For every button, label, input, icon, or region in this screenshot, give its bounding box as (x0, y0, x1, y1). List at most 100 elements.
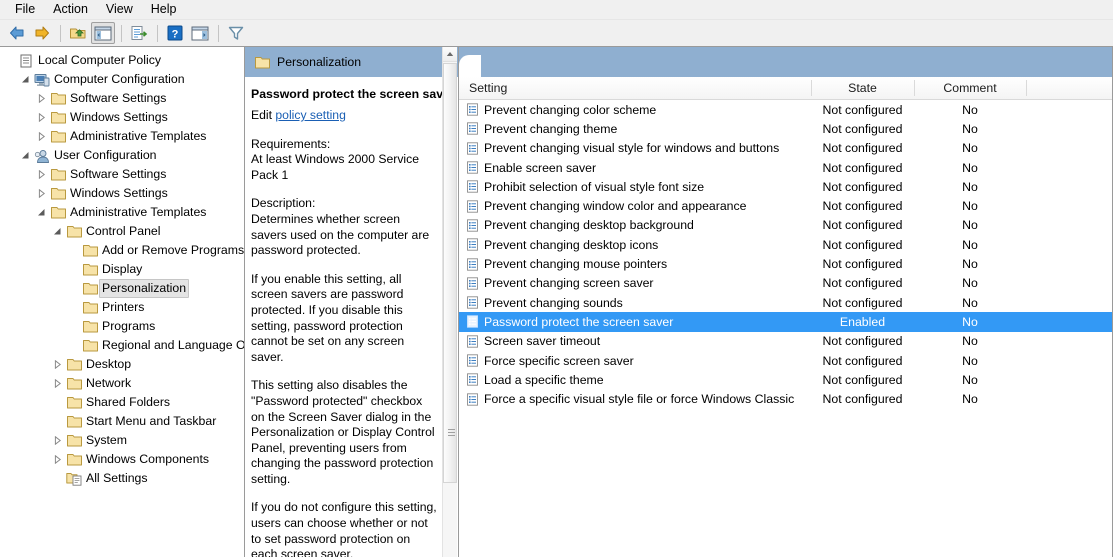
help-button[interactable]: ? (163, 22, 187, 44)
table-row[interactable]: Prevent changing screen saverNot configu… (459, 274, 1113, 293)
table-row[interactable]: Prevent changing desktop iconsNot config… (459, 235, 1113, 254)
tree-item-local-computer-policy[interactable]: Local Computer Policy (0, 51, 244, 70)
cell-setting: Prevent changing visual style for window… (459, 141, 811, 155)
description-paragraph-3: This setting also disables the "Password… (251, 378, 438, 487)
back-button[interactable] (5, 22, 29, 44)
cell-setting-label: Prevent changing sounds (484, 296, 623, 310)
table-row[interactable]: Force specific screen saverNot configure… (459, 351, 1113, 370)
policy-description-body: Edit policy setting Requirements: At lea… (245, 102, 458, 557)
folder-icon (81, 301, 99, 314)
policy-setting-link[interactable]: policy setting (275, 108, 345, 122)
tree-item-user-configuration[interactable]: User Configuration (0, 146, 244, 165)
column-header-state[interactable]: State (811, 81, 914, 95)
toolbar: ? (0, 20, 1113, 47)
tree-item-control-panel[interactable]: Control Panel (0, 222, 244, 241)
tree-item-network[interactable]: Network (0, 374, 244, 393)
tree-item-system[interactable]: System (0, 431, 244, 450)
expander-placeholder (50, 412, 65, 431)
console-tree-pane[interactable]: Local Computer PolicyComputer Configurat… (0, 47, 245, 557)
expander-collapsed-icon[interactable] (50, 450, 65, 469)
expander-placeholder (50, 469, 65, 488)
expander-collapsed-icon[interactable] (34, 127, 49, 146)
expander-collapsed-icon[interactable] (34, 165, 49, 184)
show-hide-console-tree-button[interactable] (91, 22, 115, 44)
forward-arrow-icon (33, 25, 51, 41)
cell-state: Not configured (811, 334, 914, 348)
tree-item-desktop[interactable]: Desktop (0, 355, 244, 374)
tree-item-software-settings[interactable]: Software Settings (0, 165, 244, 184)
menu-item-file[interactable]: File (6, 0, 44, 19)
cell-setting-label: Force specific screen saver (484, 354, 634, 368)
table-row[interactable]: Prevent changing themeNot configuredNo (459, 119, 1113, 138)
expander-expanded-icon[interactable] (18, 146, 33, 165)
policy-setting-icon (466, 373, 484, 386)
table-row[interactable]: Prevent changing desktop backgroundNot c… (459, 216, 1113, 235)
folder-icon (65, 225, 83, 238)
table-row[interactable]: Screen saver timeoutNot configuredNo (459, 332, 1113, 351)
folder-icon (81, 263, 99, 276)
expander-collapsed-icon[interactable] (34, 184, 49, 203)
table-row[interactable]: Prevent changing visual style for window… (459, 139, 1113, 158)
expander-expanded-icon[interactable] (18, 70, 33, 89)
tree-item-computer-configuration[interactable]: Computer Configuration (0, 70, 244, 89)
show-hide-action-pane-button[interactable] (188, 22, 212, 44)
filter-button[interactable] (224, 22, 248, 44)
table-row[interactable]: Prohibit selection of visual style font … (459, 177, 1113, 196)
tree-item-windows-components[interactable]: Windows Components (0, 450, 244, 469)
tree-item-shared-folders[interactable]: Shared Folders (0, 393, 244, 412)
column-header-setting[interactable]: Setting (459, 81, 811, 95)
folder-icon (49, 111, 67, 124)
table-row[interactable]: Load a specific themeNot configuredNo (459, 370, 1113, 389)
menu-item-action[interactable]: Action (44, 0, 97, 19)
tree-item-all-settings[interactable]: All Settings (0, 469, 244, 488)
table-row[interactable]: Prevent changing mouse pointersNot confi… (459, 254, 1113, 273)
expander-expanded-icon[interactable] (34, 203, 49, 222)
expander-collapsed-icon[interactable] (50, 374, 65, 393)
tree-item-printers[interactable]: Printers (0, 298, 244, 317)
tree-item-start-menu-and-taskbar[interactable]: Start Menu and Taskbar (0, 412, 244, 431)
cell-state: Not configured (811, 161, 914, 175)
tree-item-programs[interactable]: Programs (0, 317, 244, 336)
table-row[interactable]: Prevent changing color schemeNot configu… (459, 100, 1113, 119)
cell-setting: Prevent changing color scheme (459, 103, 811, 117)
tree-item-software-settings[interactable]: Software Settings (0, 89, 244, 108)
menu-item-help[interactable]: Help (142, 0, 186, 19)
expander-collapsed-icon[interactable] (50, 431, 65, 450)
table-row[interactable]: Force a specific visual style file or fo… (459, 389, 1113, 408)
cell-state: Not configured (811, 103, 914, 117)
expander-collapsed-icon[interactable] (50, 355, 65, 374)
expander-collapsed-icon[interactable] (34, 108, 49, 127)
cell-setting: Force a specific visual style file or fo… (459, 392, 811, 406)
cell-state: Not configured (811, 199, 914, 213)
tree-item-windows-settings[interactable]: Windows Settings (0, 108, 244, 127)
expander-collapsed-icon[interactable] (34, 89, 49, 108)
expander-expanded-icon[interactable] (50, 222, 65, 241)
help-pane-scrollbar[interactable] (442, 47, 457, 557)
export-list-button[interactable] (127, 22, 151, 44)
table-row[interactable]: Prevent changing soundsNot configuredNo (459, 293, 1113, 312)
chevron-up-icon (446, 51, 454, 57)
tree-item-personalization[interactable]: Personalization (0, 279, 244, 298)
table-row[interactable]: Prevent changing window color and appear… (459, 196, 1113, 215)
forward-button[interactable] (30, 22, 54, 44)
column-separator-3[interactable] (1026, 80, 1027, 96)
scroll-up-button[interactable] (443, 47, 457, 62)
column-separator-1[interactable] (811, 80, 812, 96)
cell-setting: Prevent changing theme (459, 122, 811, 136)
table-row[interactable]: Enable screen saverNot configuredNo (459, 158, 1113, 177)
tree-item-administrative-templates[interactable]: Administrative Templates (0, 127, 244, 146)
column-separator-2[interactable] (914, 80, 915, 96)
menu-item-view[interactable]: View (97, 0, 142, 19)
up-one-level-button[interactable] (66, 22, 90, 44)
tree-item-add-or-remove-programs[interactable]: Add or Remove Programs (0, 241, 244, 260)
tree-item-windows-settings[interactable]: Windows Settings (0, 184, 244, 203)
column-header-comment[interactable]: Comment (914, 81, 1026, 95)
tree-item-display[interactable]: Display (0, 260, 244, 279)
tree-item-administrative-templates[interactable]: Administrative Templates (0, 203, 244, 222)
policy-title: Password protect the screen saver (245, 77, 458, 102)
table-row[interactable]: Password protect the screen saverEnabled… (459, 312, 1113, 331)
tree-item-regional-and-language-op[interactable]: Regional and Language Op (0, 336, 244, 355)
scrollbar-thumb[interactable] (443, 63, 457, 483)
cell-state: Not configured (811, 276, 914, 290)
cell-setting-label: Prevent changing theme (484, 122, 617, 136)
